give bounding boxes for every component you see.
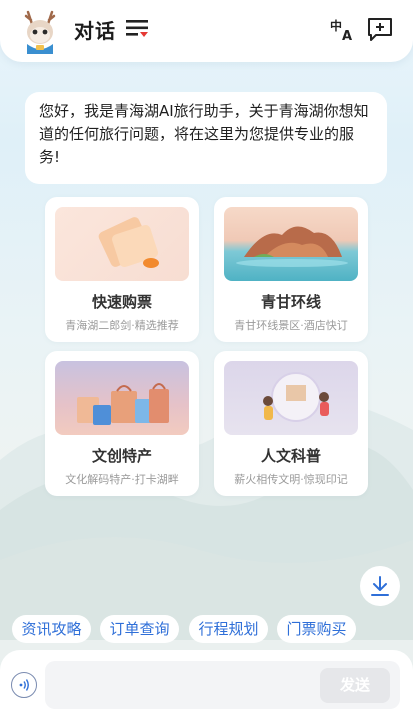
chip-ticket-purchase[interactable]: 门票购买 — [277, 615, 356, 643]
menu-lines-icon[interactable] — [126, 18, 150, 40]
card-title: 人文科普 — [260, 447, 321, 465]
chat-input-bar: 发送 — [0, 650, 413, 719]
assistant-greeting-bubble: 您好，我是青海湖AI旅行助手，关于青海湖你想知道的任何旅行问题，将在这里为您提供… — [25, 92, 387, 184]
card-title: 快速购票 — [91, 293, 152, 311]
card-subtitle: 青甘环线景区·酒店快订 — [234, 319, 348, 332]
card-subtitle: 文化解码特产·打卡湖畔 — [65, 473, 179, 486]
top-header: 对话 中 A — [0, 0, 413, 62]
chip-order-query[interactable]: 订单查询 — [100, 615, 179, 643]
card-quick-ticket[interactable]: 快速购票 青海湖二郎剑·精选推荐 — [45, 197, 199, 342]
voice-input-button[interactable] — [11, 672, 37, 698]
download-icon — [371, 576, 389, 596]
chip-news-guide[interactable]: 资讯攻略 — [12, 615, 91, 643]
chip-trip-planning[interactable]: 行程规划 — [189, 615, 268, 643]
lake-island-image — [224, 207, 358, 281]
card-subtitle: 青海湖二郎剑·精选推荐 — [65, 319, 179, 332]
voice-wave-icon — [19, 679, 29, 691]
card-title: 青甘环线 — [260, 293, 321, 311]
svg-text:A: A — [342, 29, 352, 42]
card-subtitle: 薪火相传文明·惊现印记 — [234, 473, 348, 486]
globe-children-image — [224, 361, 358, 435]
gift-bags-image — [55, 361, 189, 435]
page-title: 对话 — [74, 19, 116, 43]
translate-icon[interactable]: 中 A — [330, 16, 356, 42]
card-cultural-products[interactable]: 文创特产 文化解码特产·打卡湖畔 — [45, 351, 199, 496]
svg-text:中: 中 — [330, 18, 342, 33]
card-title: 文创特产 — [91, 447, 152, 465]
download-button[interactable] — [360, 566, 400, 606]
card-humanities[interactable]: 人文科普 薪火相传文明·惊现印记 — [214, 351, 368, 496]
card-qinggan-loop[interactable]: 青甘环线 青甘环线景区·酒店快订 — [214, 197, 368, 342]
send-button[interactable]: 发送 — [320, 668, 390, 703]
new-chat-icon[interactable] — [366, 16, 394, 42]
deer-mascot-avatar[interactable] — [18, 8, 62, 54]
ticket-image — [55, 207, 189, 281]
